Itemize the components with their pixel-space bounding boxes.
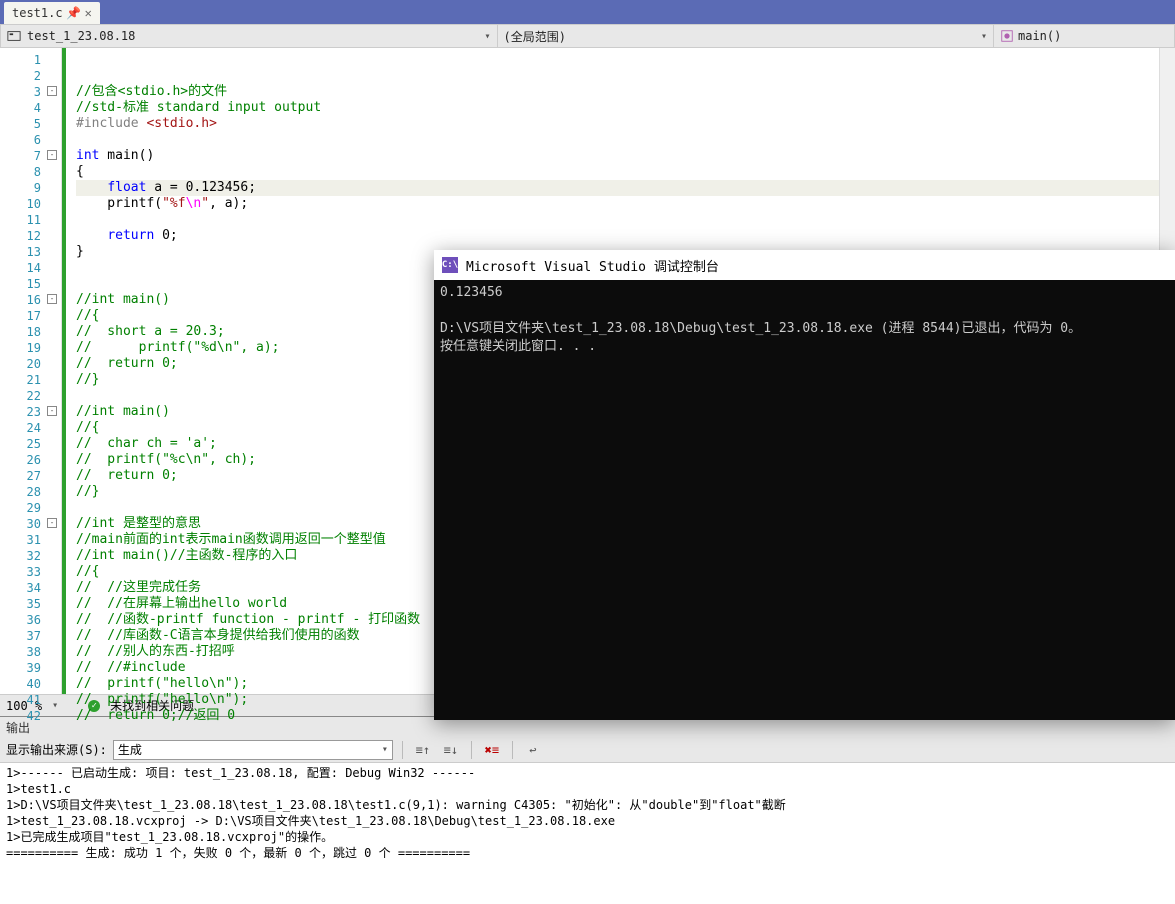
tab-label: test1.c (12, 6, 63, 20)
line-number: 19 (0, 340, 61, 356)
line-number: 41 (0, 692, 61, 708)
output-source-dropdown[interactable]: 生成 ▾ (113, 740, 393, 760)
fold-toggle[interactable]: - (47, 86, 57, 96)
console-output: 0.123456 D:\VS项目文件夹\test_1_23.08.18\Debu… (434, 280, 1175, 360)
line-number: 25 (0, 436, 61, 452)
line-number: 23- (0, 404, 61, 420)
line-number: 26 (0, 452, 61, 468)
fold-toggle[interactable]: - (47, 294, 57, 304)
line-number: 31 (0, 532, 61, 548)
chevron-down-icon: ▾ (382, 744, 388, 755)
console-title-text: Microsoft Visual Studio 调试控制台 (466, 256, 719, 275)
next-message-icon[interactable]: ≡↓ (440, 739, 462, 761)
chevron-down-icon: ▾ (484, 31, 490, 42)
line-number: 9 (0, 180, 61, 196)
code-line[interactable] (76, 132, 1159, 148)
line-number: 36 (0, 612, 61, 628)
code-line[interactable] (76, 212, 1159, 228)
line-number: 42 (0, 708, 61, 724)
console-app-icon: C:\ (442, 257, 458, 273)
line-number: 1 (0, 52, 61, 68)
code-line[interactable]: float a = 0.123456; (76, 180, 1159, 196)
nav-project-dropdown[interactable]: test_1_23.08.18 ▾ (1, 25, 498, 47)
line-number: 40 (0, 676, 61, 692)
line-number: 7- (0, 148, 61, 164)
fold-toggle[interactable]: - (47, 518, 57, 528)
line-number: 21 (0, 372, 61, 388)
chevron-down-icon: ▾ (981, 31, 987, 42)
console-titlebar[interactable]: C:\ Microsoft Visual Studio 调试控制台 (434, 250, 1175, 280)
code-line[interactable]: //包含<stdio.h>的文件 (76, 84, 1159, 100)
fold-toggle[interactable]: - (47, 406, 57, 416)
close-tab-icon[interactable]: ✕ (85, 6, 92, 20)
line-number: 13 (0, 244, 61, 260)
file-tab[interactable]: test1.c 📌 ✕ (4, 2, 100, 24)
code-line[interactable]: //std-标准 standard input output (76, 100, 1159, 116)
line-number: 12 (0, 228, 61, 244)
project-icon (7, 29, 21, 43)
nav-member-text: main() (1018, 29, 1168, 43)
line-number: 2 (0, 68, 61, 84)
code-line[interactable]: return 0; (76, 228, 1159, 244)
line-number: 33 (0, 564, 61, 580)
method-icon (1000, 29, 1014, 43)
nav-project-text: test_1_23.08.18 (27, 29, 478, 43)
separator (471, 741, 472, 759)
line-number: 6 (0, 132, 61, 148)
prev-message-icon[interactable]: ≡↑ (412, 739, 434, 761)
line-number: 16- (0, 292, 61, 308)
line-number: 27 (0, 468, 61, 484)
line-number: 8 (0, 164, 61, 180)
line-number: 35 (0, 596, 61, 612)
line-number: 30- (0, 516, 61, 532)
code-line[interactable]: int main() (76, 148, 1159, 164)
line-number: 24 (0, 420, 61, 436)
line-number: 4 (0, 100, 61, 116)
line-number: 28 (0, 484, 61, 500)
line-number: 18 (0, 324, 61, 340)
line-number: 17 (0, 308, 61, 324)
clear-output-icon[interactable]: ✖≡ (481, 739, 503, 761)
separator (402, 741, 403, 759)
line-number: 29 (0, 500, 61, 516)
line-number: 32 (0, 548, 61, 564)
line-number: 11 (0, 212, 61, 228)
line-number: 3- (0, 84, 61, 100)
line-number: 5 (0, 116, 61, 132)
line-number: 39 (0, 660, 61, 676)
line-number: 14 (0, 260, 61, 276)
nav-scope-dropdown[interactable]: (全局范围) ▾ (498, 25, 995, 47)
line-number: 20 (0, 356, 61, 372)
code-line[interactable]: { (76, 164, 1159, 180)
code-line[interactable] (76, 68, 1159, 84)
tab-strip: test1.c 📌 ✕ (0, 0, 1175, 24)
line-number: 15 (0, 276, 61, 292)
fold-toggle[interactable]: - (47, 150, 57, 160)
pin-icon[interactable]: 📌 (69, 6, 79, 20)
navigation-bar: test_1_23.08.18 ▾ (全局范围) ▾ main() (0, 24, 1175, 48)
debug-console-window[interactable]: C:\ Microsoft Visual Studio 调试控制台 0.1234… (434, 250, 1175, 720)
code-line[interactable]: printf("%f\n", a); (76, 196, 1159, 212)
separator (512, 741, 513, 759)
output-toolbar: 显示输出来源(S): 生成 ▾ ≡↑ ≡↓ ✖≡ ↩ (0, 737, 1175, 763)
line-gutter: 123-4567-8910111213141516-17181920212223… (0, 48, 62, 694)
nav-scope-text: (全局范围) (504, 28, 981, 45)
output-source-label: 显示输出来源(S): (6, 741, 107, 758)
output-panel: 输出 显示输出来源(S): 生成 ▾ ≡↑ ≡↓ ✖≡ ↩ 1>------ 已… (0, 716, 1175, 863)
output-text[interactable]: 1>------ 已启动生成: 项目: test_1_23.08.18, 配置:… (0, 763, 1175, 863)
line-number: 34 (0, 580, 61, 596)
line-number: 38 (0, 644, 61, 660)
line-number: 22 (0, 388, 61, 404)
line-number: 37 (0, 628, 61, 644)
output-source-value: 生成 (118, 741, 142, 758)
word-wrap-icon[interactable]: ↩ (522, 739, 544, 761)
nav-member-dropdown[interactable]: main() (994, 25, 1174, 47)
code-line[interactable] (76, 52, 1159, 68)
line-number: 10 (0, 196, 61, 212)
code-line[interactable]: #include <stdio.h> (76, 116, 1159, 132)
